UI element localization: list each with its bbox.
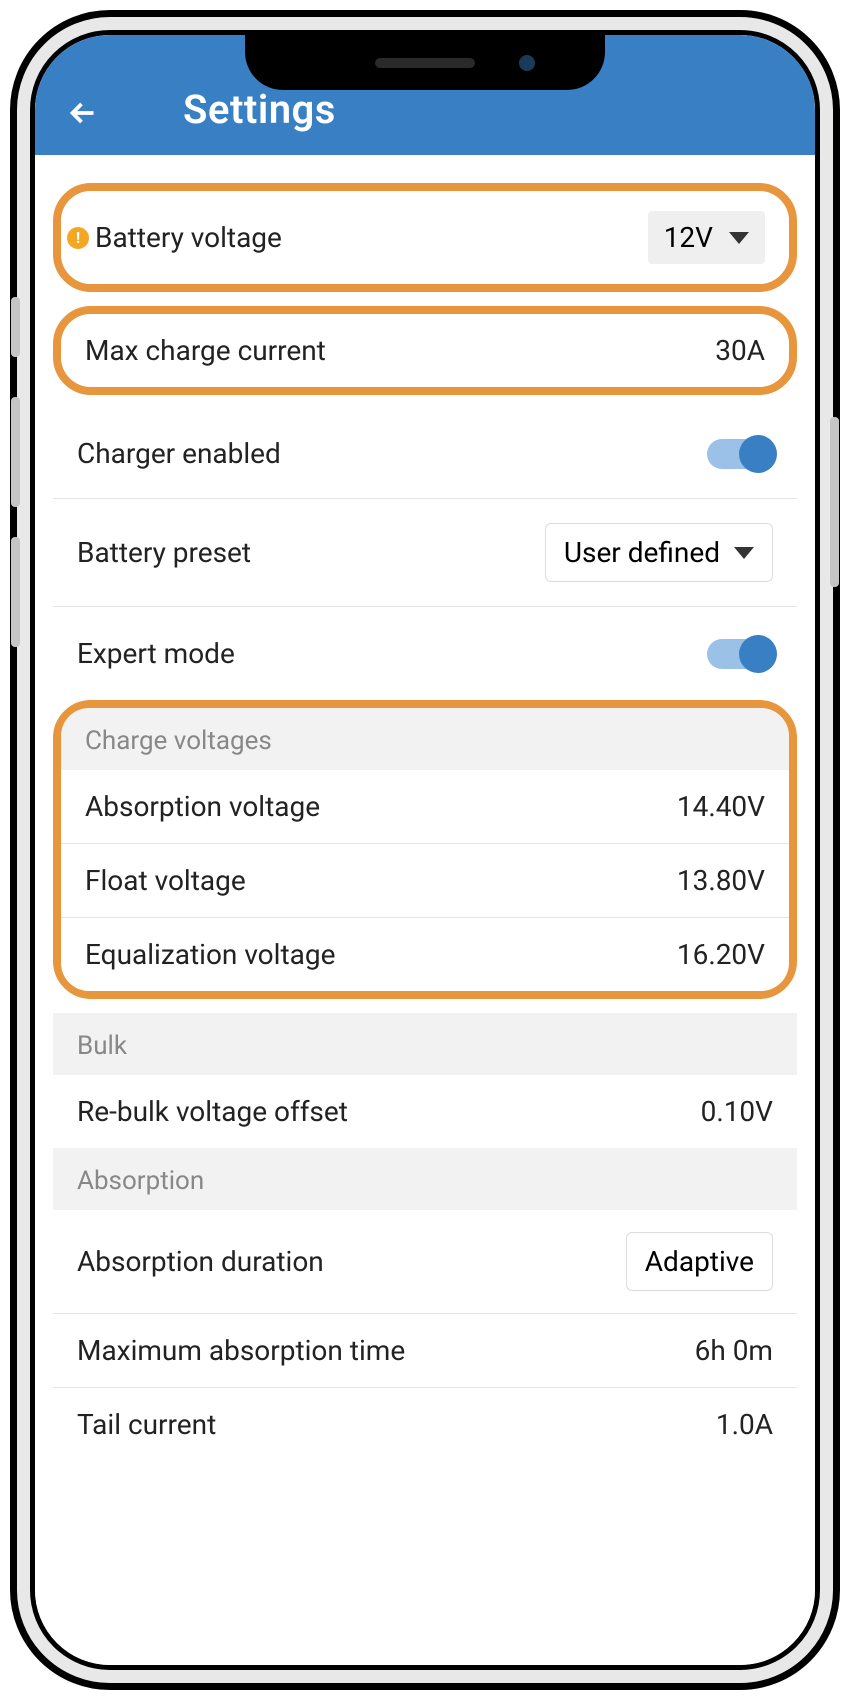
max-charge-current-value: 30A bbox=[715, 334, 765, 367]
absorption-duration-value: Adaptive bbox=[645, 1245, 754, 1278]
phone-notch bbox=[245, 35, 605, 90]
row-battery-preset: Battery preset User defined bbox=[53, 499, 797, 607]
highlight-charge-voltages: Charge voltages Absorption voltage 14.40… bbox=[53, 700, 797, 999]
expert-mode-label: Expert mode bbox=[77, 637, 235, 670]
equalization-voltage-label: Equalization voltage bbox=[85, 938, 335, 971]
row-absorption-voltage[interactable]: Absorption voltage 14.40V bbox=[61, 770, 789, 844]
battery-voltage-dropdown[interactable]: 12V bbox=[648, 211, 765, 264]
float-voltage-value: 13.80V bbox=[677, 864, 765, 897]
warning-icon: ! bbox=[67, 227, 89, 249]
row-absorption-duration[interactable]: Absorption duration Adaptive bbox=[53, 1210, 797, 1314]
absorption-duration-box[interactable]: Adaptive bbox=[626, 1232, 773, 1291]
chevron-down-icon bbox=[729, 232, 749, 244]
charger-enabled-toggle[interactable] bbox=[707, 439, 773, 469]
chevron-down-icon bbox=[734, 547, 754, 559]
row-expert-mode: Expert mode bbox=[53, 607, 797, 700]
highlight-max-charge-current: Max charge current 30A bbox=[53, 306, 797, 395]
side-button bbox=[11, 537, 20, 647]
max-charge-current-label: Max charge current bbox=[85, 334, 326, 367]
battery-voltage-value: 12V bbox=[664, 221, 713, 254]
back-button[interactable] bbox=[63, 93, 103, 133]
arrow-left-icon bbox=[65, 95, 101, 131]
speaker-grill bbox=[375, 58, 475, 68]
absorption-voltage-value: 14.40V bbox=[677, 790, 765, 823]
section-header-absorption: Absorption bbox=[53, 1148, 797, 1210]
row-max-charge-current[interactable]: Max charge current 30A bbox=[61, 314, 789, 387]
side-button bbox=[11, 297, 20, 357]
float-voltage-label: Float voltage bbox=[85, 864, 246, 897]
page-title: Settings bbox=[143, 86, 336, 133]
max-absorption-time-label: Maximum absorption time bbox=[77, 1334, 405, 1367]
row-battery-voltage[interactable]: ! Battery voltage 12V bbox=[61, 191, 789, 284]
max-absorption-time-value: 6h 0m bbox=[695, 1334, 773, 1367]
charger-enabled-label: Charger enabled bbox=[77, 437, 281, 470]
equalization-voltage-value: 16.20V bbox=[677, 938, 765, 971]
toggle-knob bbox=[739, 635, 777, 673]
row-max-absorption-time[interactable]: Maximum absorption time 6h 0m bbox=[53, 1314, 797, 1388]
absorption-duration-label: Absorption duration bbox=[77, 1245, 324, 1278]
section-header-bulk: Bulk bbox=[53, 1013, 797, 1075]
toggle-knob bbox=[739, 435, 777, 473]
battery-preset-dropdown[interactable]: User defined bbox=[545, 523, 773, 582]
battery-preset-label: Battery preset bbox=[77, 536, 251, 569]
row-rebulk-offset[interactable]: Re-bulk voltage offset 0.10V bbox=[53, 1075, 797, 1148]
battery-preset-value: User defined bbox=[564, 536, 720, 569]
expert-mode-toggle[interactable] bbox=[707, 639, 773, 669]
battery-voltage-label: Battery voltage bbox=[95, 221, 282, 254]
row-float-voltage[interactable]: Float voltage 13.80V bbox=[61, 844, 789, 918]
row-tail-current[interactable]: Tail current 1.0A bbox=[53, 1388, 797, 1449]
phone-frame: Settings ! Battery voltage 12V bbox=[10, 10, 840, 1690]
absorption-voltage-label: Absorption voltage bbox=[85, 790, 320, 823]
rebulk-offset-label: Re-bulk voltage offset bbox=[77, 1095, 348, 1128]
side-button bbox=[830, 417, 839, 587]
front-camera bbox=[519, 55, 535, 71]
row-equalization-voltage[interactable]: Equalization voltage 16.20V bbox=[61, 918, 789, 991]
row-charger-enabled: Charger enabled bbox=[53, 409, 797, 499]
section-header-charge-voltages: Charge voltages bbox=[61, 708, 789, 770]
side-button bbox=[11, 397, 20, 507]
tail-current-value: 1.0A bbox=[716, 1408, 773, 1441]
highlight-battery-voltage: ! Battery voltage 12V bbox=[53, 183, 797, 292]
rebulk-offset-value: 0.10V bbox=[701, 1095, 773, 1128]
tail-current-label: Tail current bbox=[77, 1408, 216, 1441]
